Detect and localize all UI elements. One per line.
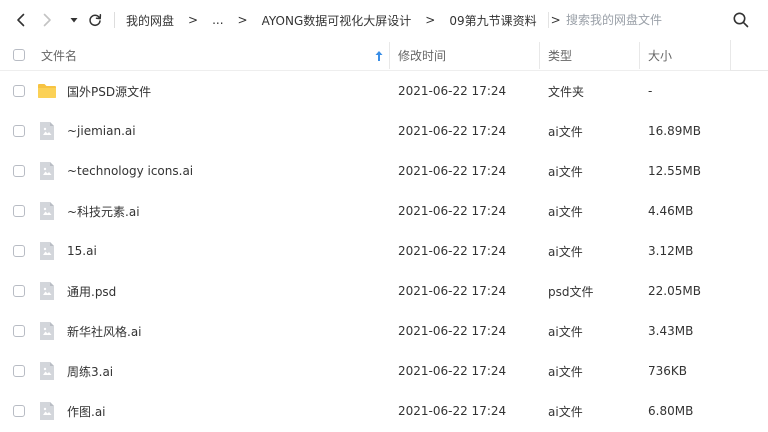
file-row[interactable]: 周练3.ai 2021-06-22 17:24 ai文件 736KB — [0, 351, 768, 391]
file-modified-time: 2021-06-22 17:24 — [398, 404, 507, 418]
row-checkbox[interactable] — [13, 205, 25, 217]
row-checkbox[interactable] — [13, 245, 25, 257]
file-modified-time: 2021-06-22 17:24 — [398, 324, 507, 338]
row-checkbox[interactable] — [13, 125, 25, 137]
file-type: ai文件 — [548, 244, 583, 259]
file-list-header: 文件名 修改时间 类型 大小 — [0, 40, 768, 71]
column-header-time[interactable]: 修改时间 — [398, 40, 446, 71]
file-type: ai文件 — [548, 364, 583, 379]
file-type: ai文件 — [548, 204, 583, 219]
file-image-icon — [40, 242, 54, 260]
column-settings-area — [730, 40, 768, 71]
file-size: 3.43MB — [648, 324, 694, 338]
file-type: psd文件 — [548, 284, 594, 299]
file-image-icon — [40, 282, 54, 300]
file-type: ai文件 — [548, 164, 583, 179]
file-modified-time: 2021-06-22 17:24 — [398, 124, 507, 138]
file-name[interactable]: 新华社风格.ai — [67, 311, 142, 351]
row-checkbox[interactable] — [13, 405, 25, 417]
file-name[interactable]: ~technology icons.ai — [67, 151, 193, 191]
file-row[interactable]: ~科技元素.ai 2021-06-22 17:24 ai文件 4.46MB — [0, 191, 768, 231]
breadcrumb-current[interactable]: 09第九节课资料 — [443, 12, 542, 29]
navigation-bar: 我的网盘 > ... > AYONG数据可视化大屏设计 > 09第九节课资料 > — [0, 0, 768, 40]
file-name[interactable]: 通用.psd — [67, 271, 116, 311]
file-size: 736KB — [648, 364, 688, 378]
file-size: 4.46MB — [648, 204, 694, 218]
column-divider[interactable] — [389, 42, 390, 69]
file-type: 文件夹 — [548, 84, 585, 99]
breadcrumb-separator-icon: > — [237, 13, 248, 27]
column-divider[interactable] — [539, 42, 540, 69]
file-row[interactable]: 通用.psd 2021-06-22 17:24 psd文件 22.05MB — [0, 271, 768, 311]
file-type: ai文件 — [548, 124, 583, 139]
file-image-icon — [40, 202, 54, 220]
row-checkbox[interactable] — [13, 285, 25, 297]
file-row[interactable]: ~technology icons.ai 2021-06-22 17:24 ai… — [0, 151, 768, 191]
file-size: 12.55MB — [648, 164, 701, 178]
back-button[interactable] — [10, 8, 32, 32]
search-input[interactable] — [556, 8, 726, 32]
search-divider — [548, 12, 549, 28]
column-header-name[interactable]: 文件名 — [41, 40, 77, 71]
breadcrumb-ellipsis[interactable]: ... — [206, 13, 229, 27]
row-checkbox[interactable] — [13, 365, 25, 377]
search-icon[interactable] — [732, 11, 750, 29]
breadcrumb-separator-icon: > — [425, 13, 436, 27]
search-box — [556, 8, 760, 32]
file-name[interactable]: 15.ai — [67, 231, 97, 271]
file-modified-time: 2021-06-22 17:24 — [398, 244, 507, 258]
file-size: 6.80MB — [648, 404, 694, 418]
file-name[interactable]: ~jiemian.ai — [67, 111, 136, 151]
file-size: 3.12MB — [648, 244, 694, 258]
file-image-icon — [40, 362, 54, 380]
row-checkbox[interactable] — [13, 325, 25, 337]
file-image-icon — [40, 162, 54, 180]
refresh-button[interactable] — [84, 8, 106, 32]
row-checkbox[interactable] — [13, 85, 25, 97]
file-row[interactable]: 作图.ai 2021-06-22 17:24 ai文件 6.80MB — [0, 391, 768, 431]
file-type: ai文件 — [548, 404, 583, 419]
history-dropdown-button[interactable] — [64, 8, 84, 32]
file-modified-time: 2021-06-22 17:24 — [398, 164, 507, 178]
file-modified-time: 2021-06-22 17:24 — [398, 284, 507, 298]
file-modified-time: 2021-06-22 17:24 — [398, 84, 507, 98]
column-header-size[interactable]: 大小 — [648, 40, 672, 71]
file-type: ai文件 — [548, 324, 583, 339]
file-name[interactable]: ~科技元素.ai — [67, 191, 140, 231]
file-row[interactable]: 新华社风格.ai 2021-06-22 17:24 ai文件 3.43MB — [0, 311, 768, 351]
row-checkbox[interactable] — [13, 165, 25, 177]
file-size: 22.05MB — [648, 284, 701, 298]
breadcrumb-separator-icon: > — [188, 13, 199, 27]
chevron-right-icon — [43, 13, 51, 27]
breadcrumb: 我的网盘 > ... > AYONG数据可视化大屏设计 > 09第九节课资料 > — [120, 0, 569, 40]
file-image-icon — [40, 402, 54, 420]
sort-ascending-icon[interactable] — [374, 50, 384, 62]
file-name[interactable]: 作图.ai — [67, 391, 106, 431]
file-name[interactable]: 国外PSD源文件 — [67, 71, 151, 111]
file-modified-time: 2021-06-22 17:24 — [398, 364, 507, 378]
file-name[interactable]: 周练3.ai — [67, 351, 113, 391]
select-all-checkbox[interactable] — [13, 49, 25, 61]
file-size: - — [648, 84, 653, 98]
file-row[interactable]: ~jiemian.ai 2021-06-22 17:24 ai文件 16.89M… — [0, 111, 768, 151]
file-image-icon — [40, 322, 54, 340]
column-divider[interactable] — [639, 42, 640, 69]
file-size: 16.89MB — [648, 124, 701, 138]
file-image-icon — [40, 122, 54, 140]
column-header-type[interactable]: 类型 — [548, 40, 572, 71]
refresh-icon — [89, 14, 102, 27]
file-row[interactable]: 15.ai 2021-06-22 17:24 ai文件 3.12MB — [0, 231, 768, 271]
breadcrumb-item[interactable]: AYONG数据可视化大屏设计 — [256, 12, 418, 29]
forward-button[interactable] — [36, 8, 58, 32]
breadcrumb-item[interactable]: 我的网盘 — [120, 12, 180, 29]
caret-down-icon — [70, 18, 78, 23]
file-modified-time: 2021-06-22 17:24 — [398, 204, 507, 218]
toolbar-divider — [114, 12, 115, 28]
folder-icon — [38, 84, 56, 98]
chevron-left-icon — [17, 13, 25, 27]
file-row[interactable]: 国外PSD源文件 2021-06-22 17:24 文件夹 - — [0, 71, 768, 111]
